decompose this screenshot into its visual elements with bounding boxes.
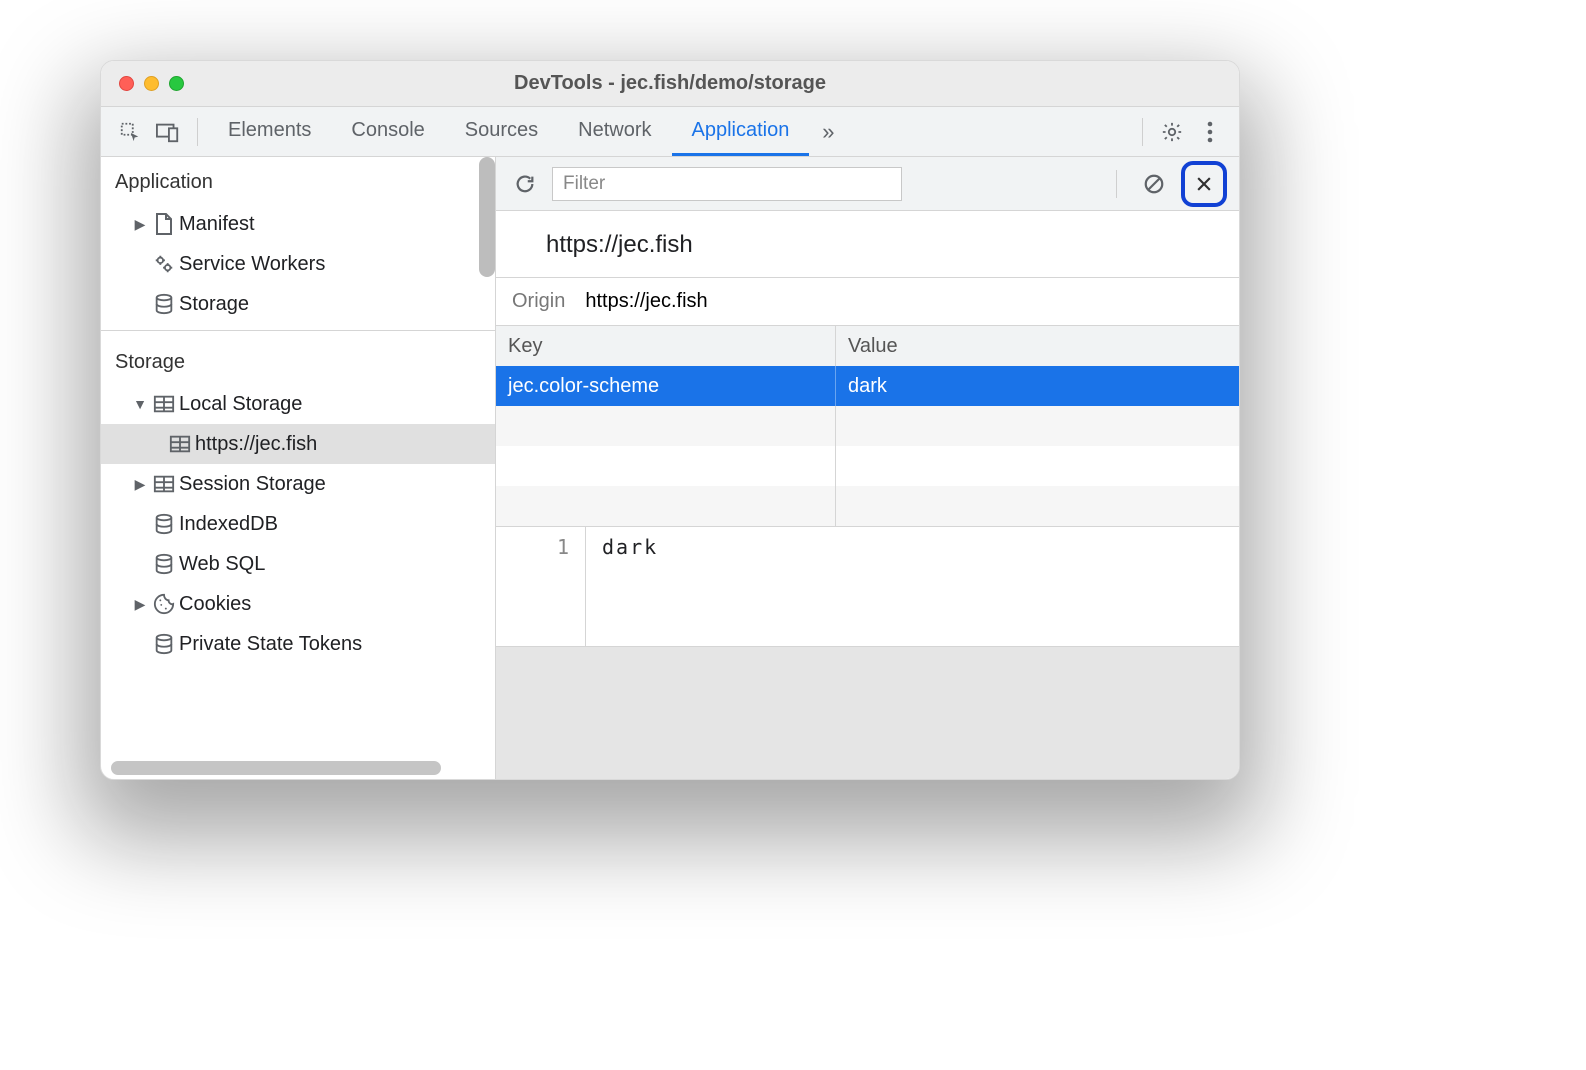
origin-heading: https://jec.fish	[496, 211, 1239, 278]
storage-table: Key Value jec.color-scheme dark	[496, 326, 1239, 527]
chevron-right-icon: ▶	[131, 216, 149, 233]
sidebar-item-service-workers[interactable]: Service Workers	[101, 244, 495, 284]
zoom-window-button[interactable]	[169, 76, 184, 91]
sidebar-item-indexeddb[interactable]: IndexedDB	[101, 504, 495, 544]
sidebar-item-private-state-tokens[interactable]: Private State Tokens	[101, 624, 495, 664]
tab-label: Application	[692, 119, 790, 142]
tab-label: Sources	[465, 119, 538, 142]
origin-row: Origin https://jec.fish	[496, 278, 1239, 326]
value-preview: 1 dark	[496, 527, 1239, 647]
filter-input[interactable]	[552, 167, 902, 201]
tab-console[interactable]: Console	[331, 107, 444, 156]
clear-all-icon[interactable]	[1137, 167, 1171, 201]
application-sidebar: Application ▶ Manifest	[101, 157, 496, 779]
divider	[101, 330, 495, 331]
sidebar-group-title: Application	[101, 157, 495, 204]
cell-value[interactable]: dark	[836, 366, 1239, 406]
close-window-button[interactable]	[119, 76, 134, 91]
table-icon	[149, 474, 179, 494]
settings-gear-icon[interactable]	[1153, 113, 1191, 151]
chevron-down-icon: ▼	[131, 396, 149, 412]
tab-label: Network	[578, 119, 651, 142]
table-row[interactable]: jec.color-scheme dark	[496, 366, 1239, 406]
tab-application[interactable]: Application	[672, 107, 810, 156]
sidebar-group-title: Storage	[101, 337, 495, 384]
gears-icon	[149, 253, 179, 275]
sidebar-item-label: Web SQL	[179, 553, 265, 576]
titlebar: DevTools - jec.fish/demo/storage	[101, 61, 1239, 107]
tab-network[interactable]: Network	[558, 107, 671, 156]
database-icon	[149, 513, 179, 535]
storage-toolbar	[496, 157, 1239, 211]
more-tabs-icon[interactable]: »	[809, 113, 847, 151]
tab-sources[interactable]: Sources	[445, 107, 558, 156]
table-header: Key Value	[496, 326, 1239, 366]
inspect-element-icon[interactable]	[111, 113, 149, 151]
table-row-empty[interactable]	[496, 486, 1239, 526]
separator	[197, 118, 198, 146]
separator	[1142, 118, 1143, 146]
sidebar-item-label: Private State Tokens	[179, 633, 362, 656]
table-icon	[149, 394, 179, 414]
minimize-window-button[interactable]	[144, 76, 159, 91]
panel-tabbar: Elements Console Sources Network Applica…	[101, 107, 1239, 157]
sidebar-item-label: Service Workers	[179, 253, 325, 276]
annotation-highlight	[1181, 161, 1227, 207]
empty-area	[496, 647, 1239, 779]
sidebar-item-cookies[interactable]: ▶ Cookies	[101, 584, 495, 624]
sidebar-item-label: IndexedDB	[179, 513, 278, 536]
database-icon	[149, 633, 179, 655]
tab-elements[interactable]: Elements	[208, 107, 331, 156]
database-icon	[149, 553, 179, 575]
window-title: DevTools - jec.fish/demo/storage	[101, 72, 1239, 95]
panel-body: Application ▶ Manifest	[101, 157, 1239, 779]
kebab-menu-icon[interactable]	[1191, 113, 1229, 151]
scrollbar-horizontal[interactable]	[111, 761, 441, 775]
origin-value: https://jec.fish	[585, 290, 707, 313]
sidebar-item-label: Cookies	[179, 593, 251, 616]
table-row-empty[interactable]	[496, 446, 1239, 486]
database-icon	[149, 293, 179, 315]
chevron-right-icon: ▶	[131, 596, 149, 613]
sidebar-item-local-storage[interactable]: ▼ Local Storage	[101, 384, 495, 424]
sidebar-item-websql[interactable]: Web SQL	[101, 544, 495, 584]
document-icon	[149, 212, 179, 236]
cell-key[interactable]: jec.color-scheme	[496, 366, 836, 406]
sidebar-item-label: https://jec.fish	[195, 433, 317, 456]
storage-main-panel: https://jec.fish Origin https://jec.fish…	[496, 157, 1239, 779]
tab-label: Console	[351, 119, 424, 142]
table-row-empty[interactable]	[496, 406, 1239, 446]
sidebar-item-label: Manifest	[179, 213, 255, 236]
separator	[1116, 170, 1117, 198]
sidebar-item-label: Storage	[179, 293, 249, 316]
chevron-right-icon: ▶	[131, 476, 149, 493]
sidebar-item-session-storage[interactable]: ▶ Session Storage	[101, 464, 495, 504]
cookie-icon	[149, 593, 179, 615]
sidebar-item-manifest[interactable]: ▶ Manifest	[101, 204, 495, 244]
devtools-window: DevTools - jec.fish/demo/storage Element…	[100, 60, 1240, 780]
device-toolbar-icon[interactable]	[149, 113, 187, 151]
sidebar-item-label: Session Storage	[179, 473, 326, 496]
value-content[interactable]: dark	[586, 527, 674, 646]
sidebar-item-local-storage-origin[interactable]: https://jec.fish	[101, 424, 495, 464]
delete-selected-icon[interactable]	[1187, 167, 1221, 201]
tab-label: Elements	[228, 119, 311, 142]
refresh-icon[interactable]	[508, 167, 542, 201]
sidebar-item-label: Local Storage	[179, 393, 302, 416]
window-controls	[119, 76, 184, 91]
line-number: 1	[496, 527, 586, 646]
table-icon	[165, 434, 195, 454]
origin-label: Origin	[512, 290, 565, 313]
column-header-key[interactable]: Key	[496, 326, 836, 366]
sidebar-item-storage[interactable]: Storage	[101, 284, 495, 324]
column-header-value[interactable]: Value	[836, 326, 1239, 366]
